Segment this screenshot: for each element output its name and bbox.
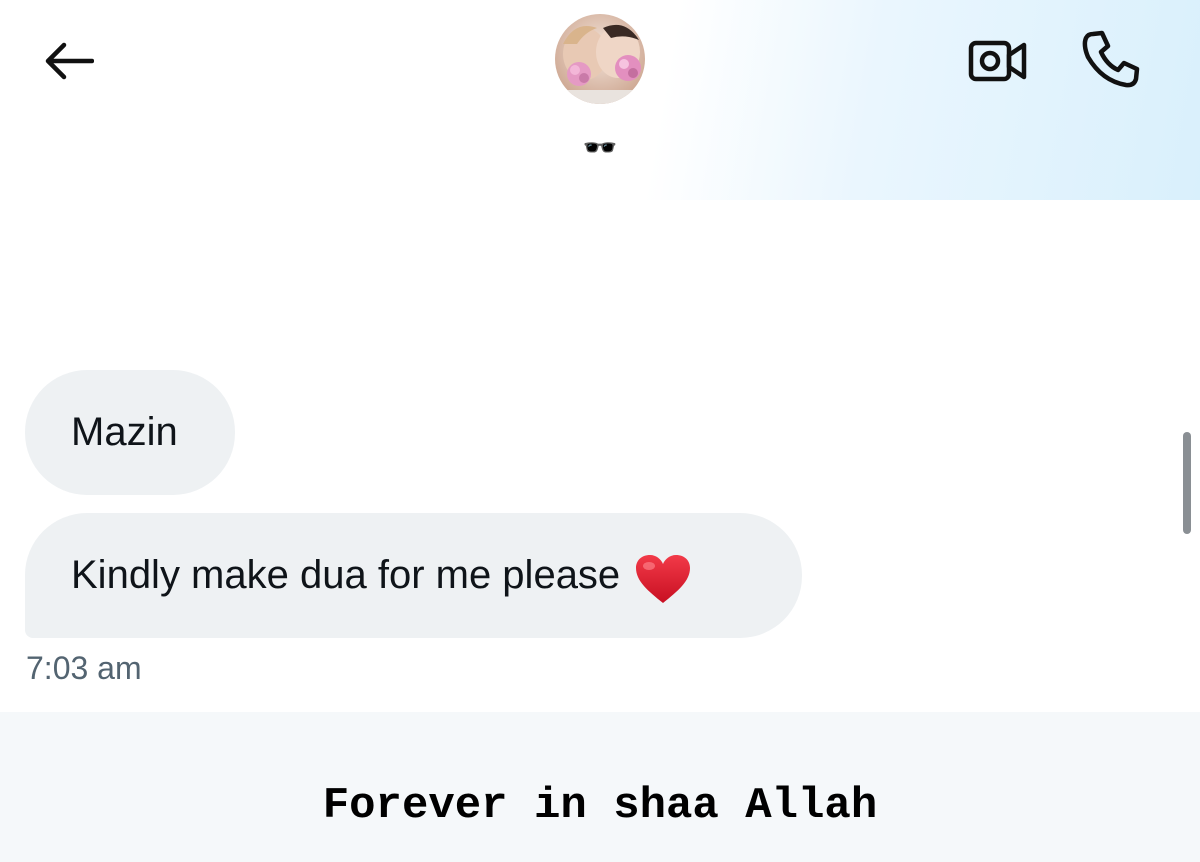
- message-text: Kindly make dua for me please: [71, 553, 621, 597]
- message-timestamp: 7:03 am: [26, 650, 142, 686]
- profile-photo: [555, 14, 645, 104]
- scrollbar[interactable]: [1183, 432, 1191, 534]
- video-call-button[interactable]: [962, 32, 1034, 90]
- phone-icon: [1082, 30, 1140, 88]
- video-camera-icon: [968, 40, 1027, 82]
- avatar[interactable]: [555, 14, 645, 104]
- arrow-left-icon: [45, 42, 94, 80]
- message-text: Mazin: [71, 410, 178, 454]
- caption-text: Forever in shaa Allah: [322, 781, 878, 831]
- voice-call-button[interactable]: [1074, 26, 1146, 92]
- dm-conversation-screen: 🕶️ Mazin Kindly make dua for me please 7…: [0, 0, 1200, 862]
- message-bubble[interactable]: Kindly make dua for me please: [25, 513, 802, 638]
- conversation-header: 🕶️: [0, 0, 1200, 200]
- back-button[interactable]: [38, 36, 98, 86]
- message-bubble[interactable]: Mazin: [25, 370, 235, 495]
- red-heart-icon: [636, 555, 691, 603]
- contact-name[interactable]: 🕶️: [540, 128, 660, 168]
